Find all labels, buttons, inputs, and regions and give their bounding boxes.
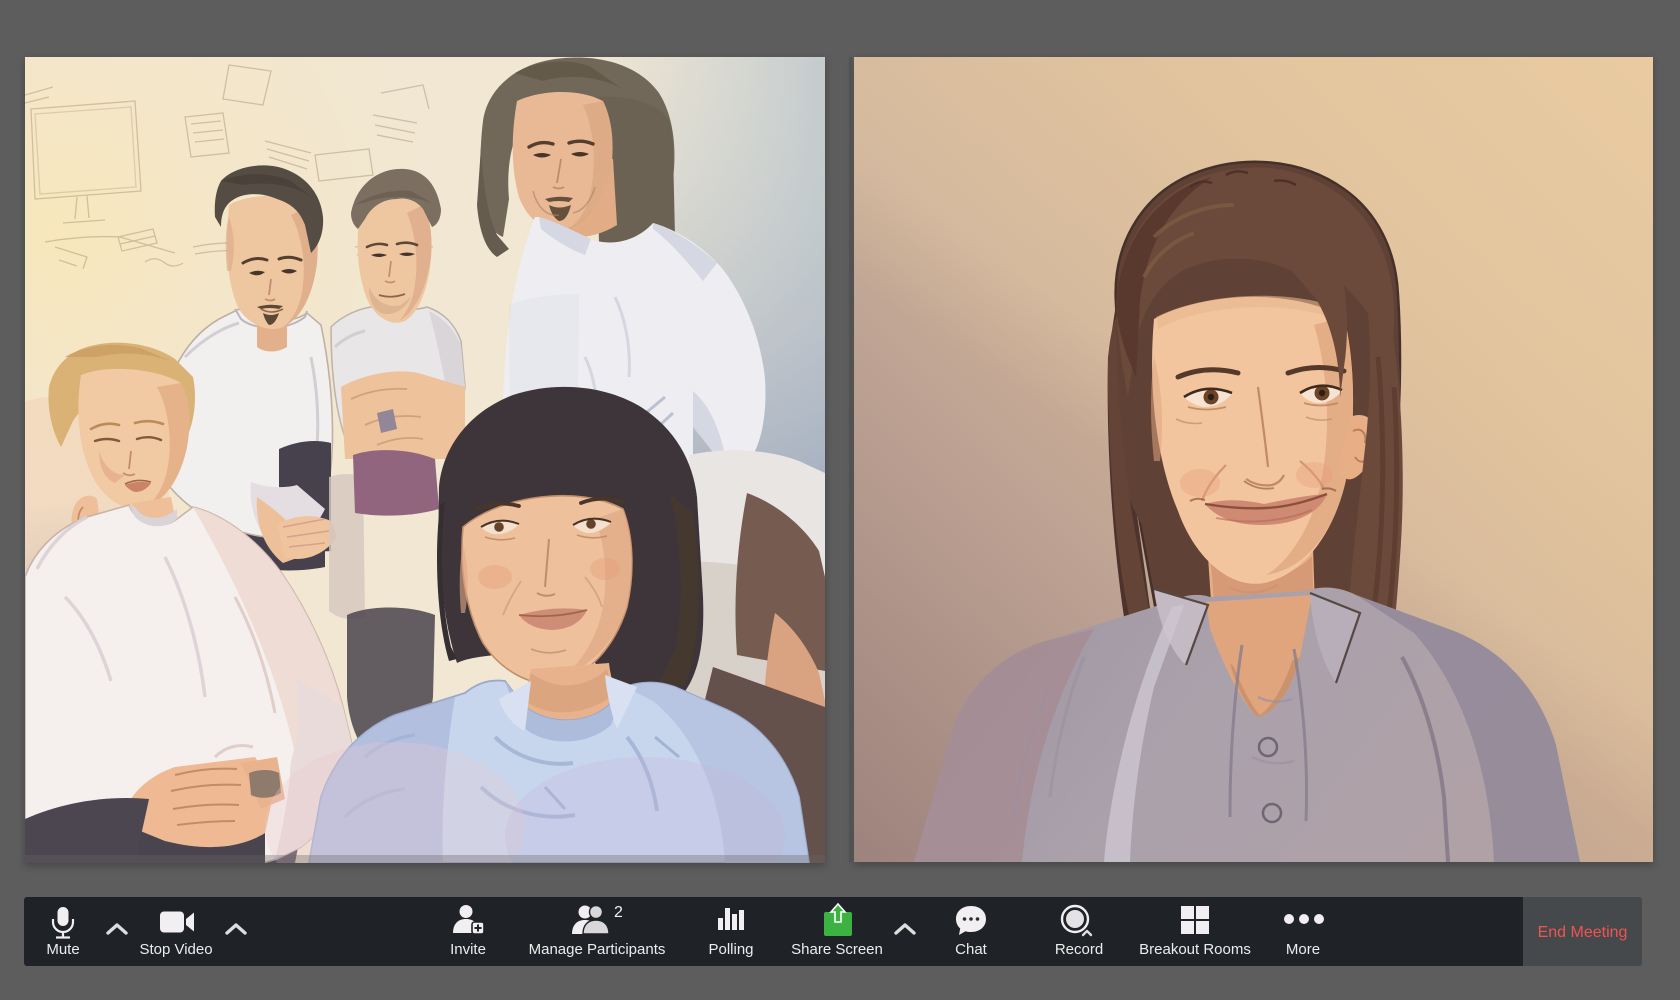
svg-text:2: 2	[614, 904, 622, 921]
